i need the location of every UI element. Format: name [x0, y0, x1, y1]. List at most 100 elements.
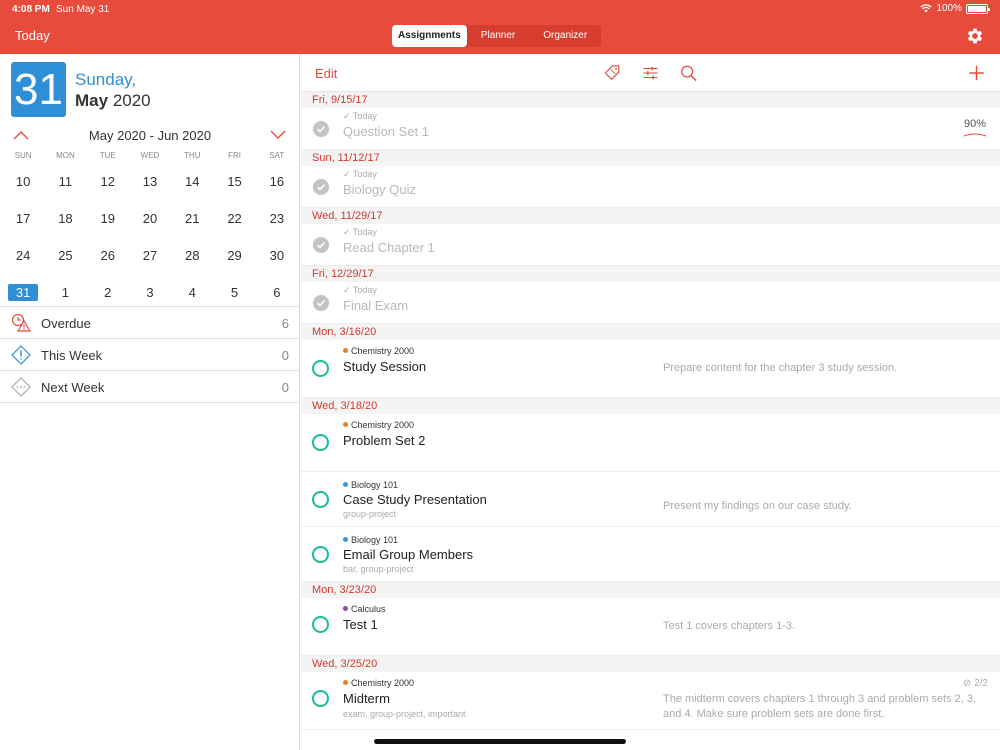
edit-button[interactable]: Edit [315, 66, 337, 81]
calendar-day-number: 4 [188, 285, 196, 300]
date-group-header: Fri, 12/29/17 [301, 266, 1000, 282]
status-indicators: 100% [920, 3, 990, 14]
toolbar: Edit [301, 54, 1000, 92]
task-title: Email Group Members [343, 547, 474, 562]
calendar-day[interactable]: 28 [171, 237, 213, 274]
list-item[interactable]: ✓ Today Question Set 1 90% [301, 108, 1000, 150]
course-color-dot [343, 680, 348, 686]
course-label: Chemistry 2000 [343, 678, 414, 688]
course-name: Chemistry 2000 [351, 678, 415, 688]
filter-label: This Week [41, 348, 103, 363]
complete-toggle[interactable] [312, 546, 329, 563]
calendar-day-number: 15 [227, 174, 242, 189]
list-item[interactable]: Chemistry 2000 Study Session Prepare con… [301, 340, 1000, 398]
calendar-day-number: 18 [58, 211, 73, 226]
calendar-day-number: 23 [269, 211, 285, 226]
calendar-day[interactable]: 25 [44, 237, 86, 274]
tab-assignments[interactable]: Assignments [392, 25, 467, 47]
task-title: Midterm [343, 691, 390, 706]
task-title: Biology Quiz [343, 182, 416, 197]
complete-toggle[interactable] [312, 491, 329, 508]
calendar-day[interactable]: 30 [256, 237, 298, 274]
calendar-day[interactable]: 15 [213, 163, 255, 200]
date-tile: 31 [11, 62, 66, 117]
sidebar: 31 Sunday, May 2020 May 2020 - Jun 2020 … [0, 54, 300, 750]
completed-check-icon[interactable] [313, 295, 329, 311]
current-month: May [75, 91, 109, 110]
today-button[interactable]: Today [15, 28, 50, 43]
calendar-day[interactable]: 24 [2, 237, 44, 274]
tab-organizer[interactable]: Organizer [529, 25, 601, 47]
list-item[interactable]: Chemistry 2000 Midterm exam, group-proje… [301, 672, 1000, 730]
calendar-day[interactable]: 23 [256, 200, 298, 237]
filter-icon[interactable] [641, 64, 660, 82]
calendar-day-number: 3 [146, 285, 154, 300]
task-title: Test 1 [343, 617, 378, 632]
chevron-down-icon[interactable] [270, 130, 286, 140]
list-item[interactable]: ✓ Today Biology Quiz [301, 166, 1000, 208]
list-item[interactable]: ✓ Today Read Chapter 1 [301, 224, 1000, 266]
calendar-day[interactable]: 19 [87, 200, 129, 237]
calendar-day[interactable]: 13 [129, 163, 171, 200]
task-tags: exam, group-project, important [343, 709, 466, 719]
completed-meta: ✓ Today [343, 169, 377, 179]
complete-toggle[interactable] [312, 616, 329, 633]
battery-icon [966, 3, 990, 14]
completed-check-icon[interactable] [313, 237, 329, 253]
complete-toggle[interactable] [312, 434, 329, 451]
calendar-day-number: 5 [230, 285, 239, 300]
battery-percent: 100% [936, 3, 962, 14]
task-description: The midterm covers chapters 1 through 3 … [663, 693, 977, 720]
calendar-day[interactable]: 12 [87, 163, 129, 200]
status-time: 4:08 PM [12, 4, 50, 15]
calendar-day[interactable]: 22 [213, 200, 255, 237]
course-name: Biology 101 [351, 480, 399, 490]
calendar-day-number: 19 [100, 211, 115, 226]
weekday-header: FRI [228, 151, 241, 160]
filter-overdue[interactable]: Overdue 6 [0, 307, 300, 339]
calendar-day-number: 25 [58, 248, 73, 263]
filter-this-week[interactable]: This Week 0 [0, 339, 300, 371]
calendar-day[interactable]: 26 [87, 237, 129, 274]
filter-next-week[interactable]: Next Week 0 [0, 371, 300, 403]
calendar-day[interactable]: 16 [256, 163, 298, 200]
calendar-day[interactable]: 20 [129, 200, 171, 237]
calendar-day[interactable]: 29 [213, 237, 255, 274]
filter-label: Overdue [41, 316, 91, 331]
calendar-day[interactable]: 18 [44, 200, 86, 237]
calendar-day-number: 31 [7, 284, 39, 301]
tab-planner[interactable]: Planner [467, 25, 529, 47]
task-title: Final Exam [343, 298, 409, 313]
calendar-day-number: 11 [58, 174, 73, 189]
complete-toggle[interactable] [312, 690, 329, 707]
chevron-up-icon[interactable] [13, 130, 29, 140]
course-label: Biology 101 [343, 480, 398, 490]
date-group-header: Mon, 3/16/20 [301, 324, 1000, 340]
task-description: Test 1 covers chapters 1-3. [663, 620, 796, 632]
calendar-day[interactable]: 27 [129, 237, 171, 274]
calendar-day[interactable]: 14 [171, 163, 213, 200]
calendar-day[interactable]: 21 [171, 200, 213, 237]
tag-icon[interactable] [603, 64, 622, 82]
calendar-day-number: 13 [142, 174, 158, 189]
task-description: Present my findings on our case study. [663, 500, 852, 512]
weekday-header: MON [56, 151, 75, 160]
search-icon[interactable] [679, 64, 698, 82]
course-name: Biology 101 [351, 535, 399, 545]
home-indicator [374, 739, 626, 744]
list-item[interactable]: Calculus Test 1 Test 1 covers chapters 1… [301, 598, 1000, 656]
gear-icon[interactable] [965, 26, 985, 46]
task-title: Study Session [343, 359, 427, 374]
calendar-day[interactable]: 11 [44, 163, 86, 200]
list-item[interactable]: Chemistry 2000 Problem Set 2 [301, 414, 1000, 472]
complete-toggle[interactable] [312, 360, 329, 377]
add-icon[interactable] [967, 64, 986, 82]
completed-check-icon[interactable] [313, 121, 329, 137]
calendar-day[interactable]: 10 [2, 163, 44, 200]
completed-check-icon[interactable] [313, 179, 329, 195]
list-item[interactable]: ✓ Today Final Exam [301, 282, 1000, 324]
list-item[interactable]: Biology 101 Case Study Presentation grou… [301, 472, 1000, 527]
mini-calendar: SUN MON TUE WED THU FRI SAT 10 11 12 13 14 15 16 17 18 1… [2, 149, 298, 311]
calendar-day[interactable]: 17 [2, 200, 44, 237]
list-item[interactable]: Biology 101 Email Group Members bar, gro… [301, 527, 1000, 582]
